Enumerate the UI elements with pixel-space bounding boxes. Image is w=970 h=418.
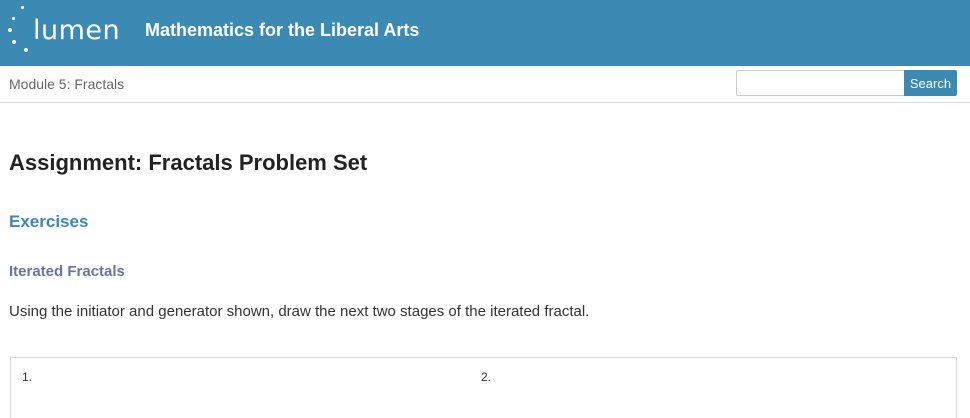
logo-dot [12, 40, 16, 44]
course-title[interactable]: Mathematics for the Liberal Arts [145, 20, 419, 41]
lumen-logo[interactable]: lumen [6, 6, 120, 58]
breadcrumb[interactable]: Module 5: Fractals [9, 76, 124, 92]
site-header: lumen Mathematics for the Liberal Arts [0, 0, 970, 66]
navigation-bar: Module 5: Fractals Search [0, 66, 970, 103]
problem-number: 2. [481, 370, 492, 384]
page-title: Assignment: Fractals Problem Set [9, 150, 368, 175]
logo-dot [21, 6, 24, 9]
search-input[interactable] [736, 70, 905, 96]
instructions-text: Using the initiator and generator shown,… [9, 303, 590, 320]
search-button[interactable]: Search [904, 70, 957, 96]
logo-dot [24, 48, 28, 52]
sub-heading-iterated-fractals: Iterated Fractals [9, 263, 125, 280]
problem-table: 1. 2. [10, 357, 957, 418]
section-heading-exercises: Exercises [9, 212, 89, 231]
logo-dot [8, 28, 12, 32]
problem-number: 1. [22, 370, 33, 384]
logo-dot [12, 17, 15, 20]
logo-text: lumen [33, 15, 121, 46]
